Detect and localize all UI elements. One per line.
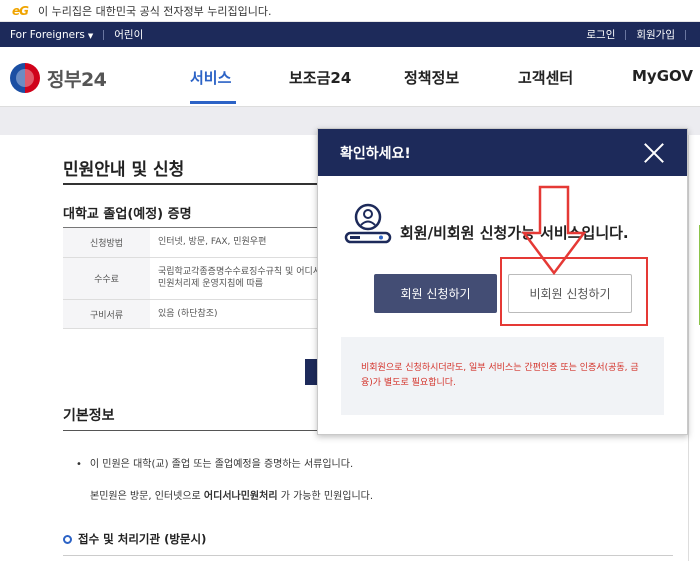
caret-down-icon: ▼ <box>87 31 94 40</box>
utility-nav: For Foreigners ▼ 어린이 로그인 회원가입 <box>0 22 700 47</box>
annotation-arrow-icon <box>522 185 586 275</box>
menu-subsidy24[interactable]: 보조금24 <box>289 67 351 88</box>
ring-bullet-icon <box>63 534 72 544</box>
modal-header: 확인하세요! <box>318 129 687 176</box>
gov-notice-bar: eG 이 누리집은 대한민국 공식 전자정부 누리집입니다. <box>0 0 700 22</box>
gov-notice-text: 이 누리집은 대한민국 공식 전자정부 누리집입니다. <box>38 4 272 18</box>
table-row: 수수료 국립학교각종증명수수료징수규칙 및 어디서나민원처리제 운영지침에 따름 <box>63 257 343 300</box>
signup-link[interactable]: 회원가입 <box>626 27 685 42</box>
info-table: 신청방법 인터넷, 방문, FAX, 민원우편 수수료 국립학교각종증명수수료징… <box>63 227 343 330</box>
side-panel-partial <box>688 135 700 561</box>
active-menu-underline <box>190 101 236 104</box>
table-cell: 인터넷, 방문, FAX, 민원우편 <box>158 237 267 247</box>
menu-policy-info[interactable]: 정책정보 <box>404 67 459 88</box>
member-card-icon <box>344 203 392 244</box>
modal-message: 회원/비회원 신청가능 서비스입니다. <box>400 224 629 242</box>
modal-notice: 비회원으로 신청하시더라도, 일부 서비스는 간편인증 또는 인증서(공동, 금… <box>341 337 664 415</box>
certificate-title: 대학교 졸업(예정) 증명 <box>63 207 192 222</box>
table-cell: 국립학교각종증명수수료징수규칙 및 어디서나민원처리제 운영지침에 따름 <box>158 266 330 290</box>
table-header-cell: 신청방법 <box>63 228 150 257</box>
nav-divider <box>103 29 105 40</box>
gov24-logo[interactable]: 정부24 <box>10 63 107 93</box>
for-foreigners-link[interactable]: For Foreigners ▼ <box>10 29 93 41</box>
menu-services[interactable]: 서비스 <box>190 67 231 88</box>
menu-customer-center[interactable]: 고객센터 <box>518 67 573 88</box>
table-header-cell: 구비서류 <box>63 299 150 329</box>
member-apply-button[interactable]: 회원 신청하기 <box>374 274 497 313</box>
basic-info-title: 기본정보 <box>63 408 115 424</box>
close-icon[interactable] <box>643 142 665 164</box>
page-title: 민원안내 및 신청 <box>63 160 185 180</box>
egov-logo: eG <box>12 3 29 18</box>
nav-divider <box>685 29 686 40</box>
basic-info-description: 본민원은 방문, 인터넷으로 어디서나민원처리 가 가능한 민원입니다. <box>90 491 374 502</box>
kids-link[interactable]: 어린이 <box>114 27 143 42</box>
menu-mygov[interactable]: MyGOV <box>632 67 693 85</box>
processing-org-title: 접수 및 처리기관 (방문시) <box>63 531 206 547</box>
table-row: 구비서류 있음 (하단참조) <box>63 299 343 330</box>
basic-info-bullet: 이 민원은 대학(교) 졸업 또는 졸업예정을 증명하는 서류입니다. <box>76 455 353 470</box>
table-header-cell: 수수료 <box>63 257 150 299</box>
login-link[interactable]: 로그인 <box>576 27 625 42</box>
table-cell: 있음 (하단참조) <box>158 308 218 319</box>
modal-title: 확인하세요! <box>340 145 411 162</box>
taegeuk-logo-icon <box>10 63 40 93</box>
table-row: 신청방법 인터넷, 방문, FAX, 민원우편 <box>63 228 343 258</box>
processing-org-divider <box>63 555 673 556</box>
site-header: 정부24 서비스 보조금24 정책정보 고객센터 MyGOV <box>0 47 700 107</box>
